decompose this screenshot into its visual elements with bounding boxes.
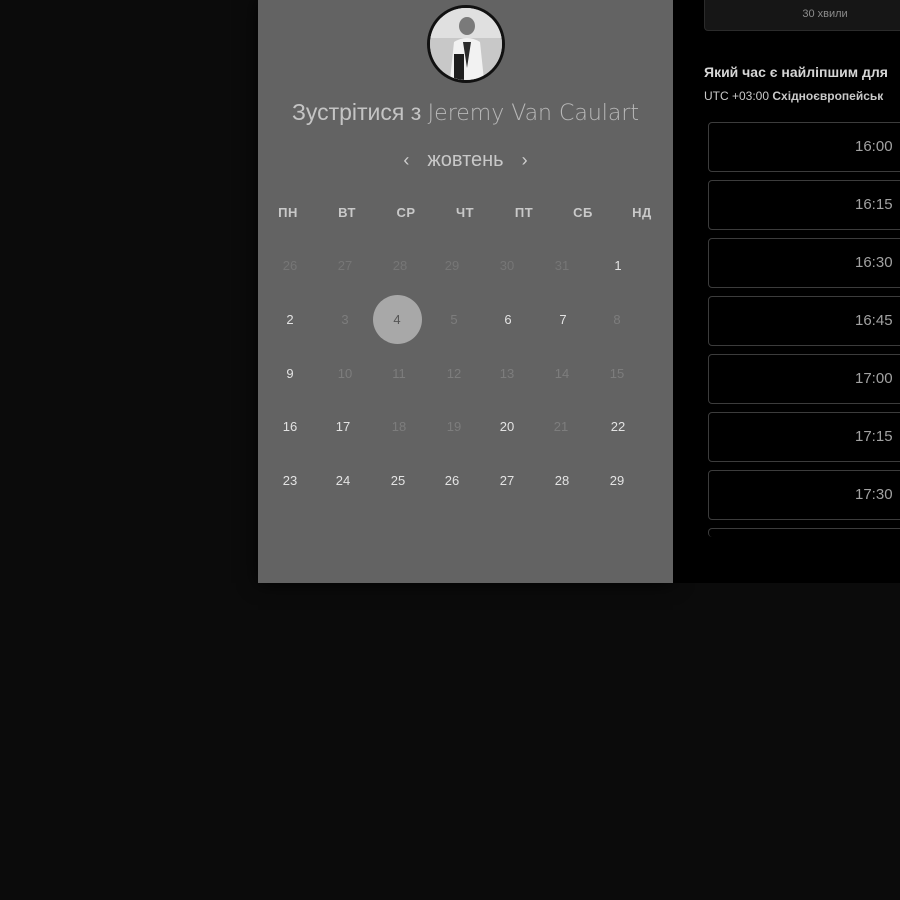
calendar-day: 31: [554, 258, 570, 273]
host-avatar: [427, 5, 505, 83]
calendar-day: 12: [446, 366, 462, 381]
calendar-day: 5: [450, 312, 458, 327]
time-slot[interactable]: 16:00: [708, 122, 900, 172]
time-slot-label: 17:15: [855, 428, 893, 445]
time-slot[interactable]: 17:00: [708, 354, 900, 404]
host-calendar-panel: Зустрітися з Jeremy Van Caulart ‹ жовтен…: [258, 0, 673, 583]
time-slot-label: 17:00: [855, 370, 893, 387]
time-slot[interactable]: 16:15: [708, 180, 900, 230]
timezone-offset: UTC +03:00: [704, 89, 770, 103]
calendar-day[interactable]: 17: [323, 417, 363, 437]
timezone-name: Східноєвропейськ: [772, 89, 884, 103]
calendar-day: 21: [553, 419, 569, 434]
month-navigation: ‹ жовтень ›: [258, 146, 673, 174]
calendar-day: 8: [613, 312, 621, 327]
calendar-day[interactable]: 7: [543, 310, 583, 330]
calendar-day: 26: [282, 258, 298, 273]
calendar-day[interactable]: 27: [487, 471, 527, 491]
calendar-day[interactable]: 24: [323, 471, 363, 491]
calendar-day: 19: [446, 419, 462, 434]
time-slot[interactable]: 17:15: [708, 412, 900, 462]
weekday-mon: ПН: [278, 205, 298, 220]
calendar-day: 13: [499, 366, 515, 381]
calendar-day: 3: [341, 312, 349, 327]
calendar-day: 10: [337, 366, 353, 381]
current-month: жовтень: [427, 148, 504, 171]
time-slot[interactable]: 17:30: [708, 470, 900, 520]
time-slot-label: 16:30: [855, 254, 893, 271]
time-slot[interactable]: 16:30: [708, 238, 900, 288]
chevron-left-icon[interactable]: ‹: [399, 150, 413, 171]
weekday-thu: ЧТ: [455, 205, 475, 220]
calendar-day[interactable]: 28: [542, 471, 582, 491]
calendar-day[interactable]: 26: [432, 471, 472, 491]
time-slot-label: 16:15: [855, 196, 893, 213]
calendar-day: 15: [609, 366, 625, 381]
calendar-day[interactable]: 9: [270, 364, 310, 384]
calendar-day: 11: [392, 366, 406, 381]
time-slot[interactable]: 16:45: [708, 296, 900, 346]
meeting-title: Зустрітися з Jeremy Van Caulart: [258, 99, 673, 126]
time-slot-label: 16:00: [855, 138, 893, 155]
duration-selector[interactable]: 30 хвили: [704, 0, 900, 31]
calendar-day[interactable]: 2: [270, 310, 310, 330]
weekday-fri: ПТ: [514, 205, 534, 220]
host-photo: [430, 8, 502, 80]
calendar-day[interactable]: 23: [270, 471, 310, 491]
calendar-day: 14: [554, 366, 570, 381]
calendar-day[interactable]: 22: [598, 417, 638, 437]
chevron-right-icon[interactable]: ›: [518, 150, 532, 171]
time-slot-label: 17:30: [855, 486, 893, 503]
timezone-label[interactable]: UTC +03:00 Східноєвропейськ: [704, 89, 883, 103]
calendar-day: 30: [499, 258, 515, 273]
time-slot-panel: 30 хвили Який час є найліпшим для UTC +0…: [673, 0, 900, 583]
weekday-sat: СБ: [573, 205, 593, 220]
calendar-day: 27: [337, 258, 353, 273]
weekday-wed: СР: [396, 205, 416, 220]
time-slot-clipped[interactable]: [708, 528, 900, 537]
calendar-day[interactable]: 6: [488, 310, 528, 330]
calendar-day: 18: [391, 419, 407, 434]
calendar-day[interactable]: 16: [270, 417, 310, 437]
weekday-tue: ВТ: [338, 205, 356, 220]
calendar-day-selected[interactable]: 4: [372, 294, 422, 344]
calendar-day: 28: [392, 258, 408, 273]
calendar-day: 29: [444, 258, 460, 273]
time-slot-label: 16:45: [855, 312, 893, 329]
host-name: Jeremy Van Caulart: [427, 101, 640, 126]
weekday-sun: НД: [632, 205, 652, 220]
calendar-day[interactable]: 29: [597, 471, 637, 491]
calendar-day[interactable]: 25: [378, 471, 418, 491]
title-prefix: Зустрітися з: [291, 99, 422, 125]
calendar-day[interactable]: 1: [598, 256, 638, 276]
calendar-day[interactable]: 20: [487, 417, 527, 437]
time-question-heading: Який час є найліпшим для: [704, 64, 888, 80]
